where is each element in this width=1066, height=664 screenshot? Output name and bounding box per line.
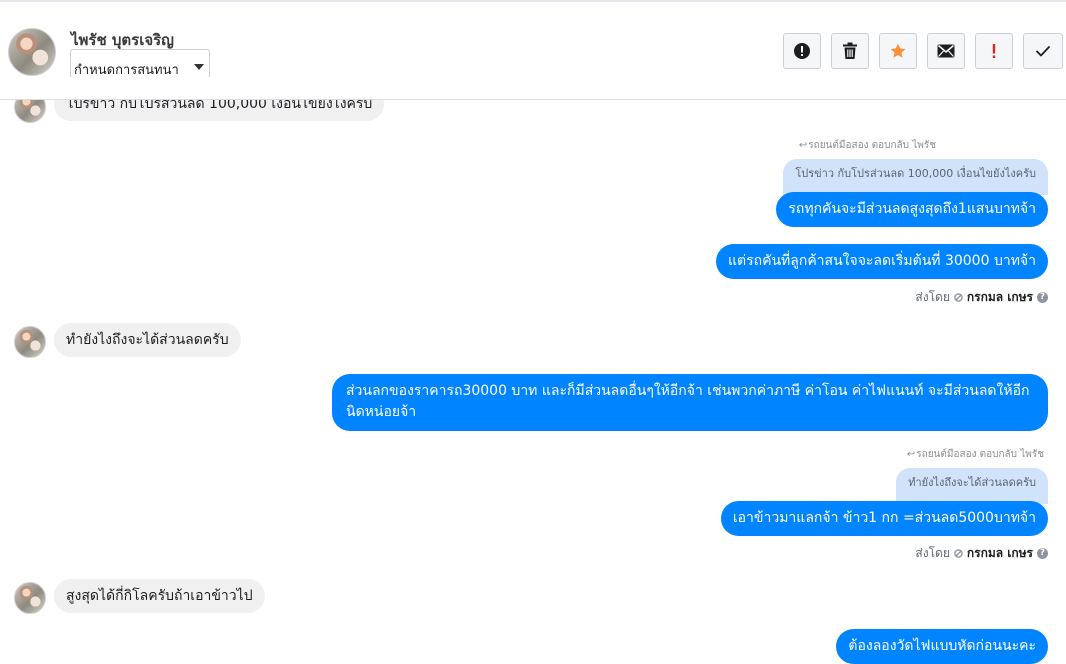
- reply-context-label: รถยนต์มือสอง ตอบกลับ ไพรัช: [916, 449, 1044, 460]
- sent-by-name[interactable]: กรกมล เกษร: [967, 544, 1033, 563]
- trash-icon: [843, 42, 857, 59]
- incoming-message: สูงสุดได้กี่กิโลครับถ้าเอาข้าวไป: [54, 579, 265, 613]
- caret-down-icon: [194, 64, 204, 70]
- mark-unread-button[interactable]: [927, 33, 965, 69]
- incoming-message: ทำยังไงถึงจะได้ส่วนลดครับ: [54, 323, 241, 357]
- help-icon[interactable]: ?: [1037, 292, 1048, 303]
- outgoing-message: แต่รถคันที่ลูกค้าสนใจจะลดเริ่มต้นที่ 300…: [715, 244, 1048, 279]
- sent-by-prefix: ส่งโดย: [915, 290, 950, 304]
- reply-arrow-icon: ↩: [798, 140, 808, 151]
- check-icon: [1035, 45, 1051, 57]
- help-icon[interactable]: ?: [1037, 548, 1048, 559]
- sender-avatar: [14, 326, 46, 358]
- reply-arrow-icon: ↩: [906, 449, 916, 460]
- reply-context: ↩รถยนต์มือสอง ตอบกลับ ไพรัช: [907, 447, 1044, 462]
- exclamation-circle-icon: [794, 43, 810, 59]
- conversation-header: ไพรัช บุตรเจริญ กำหนดการสนทนา: [0, 2, 1066, 100]
- ban-icon: [954, 293, 963, 302]
- sender-avatar: [14, 582, 46, 614]
- sent-by-label: ส่งโดย กรกมล เกษร ?: [915, 288, 1048, 307]
- report-spam-button[interactable]: [783, 33, 821, 69]
- outgoing-message: รถทุกคันจะมีส่วนลดสูงสุดถึง1แสนบาทจ้า: [776, 192, 1048, 227]
- star-icon: [890, 43, 906, 58]
- delete-button[interactable]: [831, 33, 869, 69]
- sent-by-label: ส่งโดย กรกมล เกษร ?: [915, 544, 1048, 563]
- quoted-message: ทำยังไงถึงจะได้ส่วนลดครับ: [896, 468, 1048, 504]
- reply-context-label: รถยนต์มือสอง ตอบกลับ ไพรัช: [808, 140, 936, 151]
- ban-icon: [954, 549, 963, 558]
- contact-avatar[interactable]: [8, 28, 56, 76]
- follow-up-button[interactable]: [975, 33, 1013, 69]
- sent-by-name[interactable]: กรกมล เกษร: [967, 288, 1033, 307]
- envelope-icon: [937, 44, 955, 58]
- star-button[interactable]: [879, 33, 917, 69]
- exclamation-icon: [992, 44, 996, 58]
- assign-conversation-label: กำหนดการสนทนา: [74, 63, 179, 78]
- outgoing-message: เอาข้าวมาแลกจ้า ข้าว1 กก =ส่วนลด5000บาทจ…: [720, 501, 1048, 536]
- outgoing-message: ต้องลองวัดไฟแบบหัดก่อนนะคะ: [836, 629, 1048, 664]
- mark-done-button[interactable]: [1023, 33, 1063, 69]
- reply-context: ↩รถยนต์มือสอง ตอบกลับ ไพรัช: [799, 138, 936, 153]
- quoted-message: โปรข่าว กับโปรส่วนลด 100,000 เงื่อนไขยัง…: [783, 159, 1048, 195]
- sent-by-prefix: ส่งโดย: [915, 546, 950, 560]
- outgoing-message: ส่วนลกของราคารถ30000 บาท และก็มีส่วนลดอื…: [332, 374, 1048, 431]
- assign-conversation-dropdown[interactable]: กำหนดการสนทนา: [70, 49, 210, 78]
